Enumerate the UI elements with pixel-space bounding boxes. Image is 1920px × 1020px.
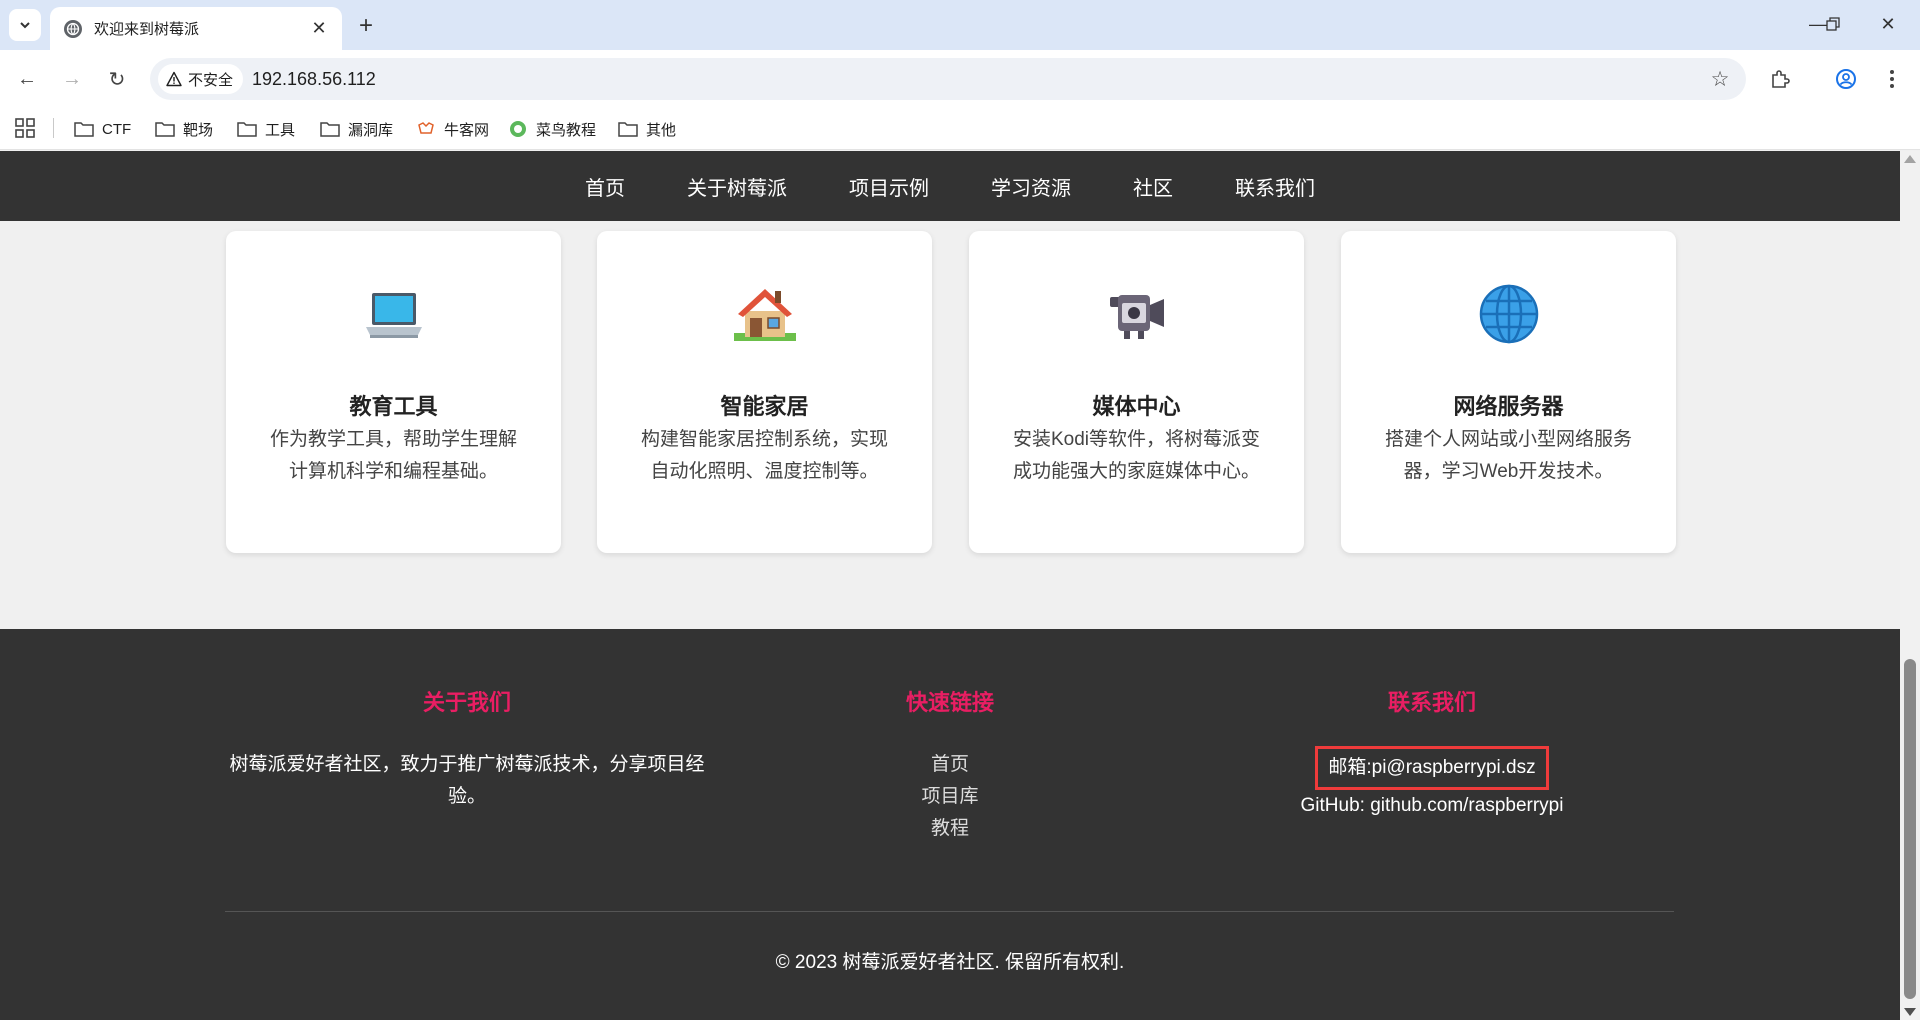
card-text: 搭建个人网站或小型网络服务器，学习Web开发技术。 — [1384, 429, 1632, 482]
footer-link-home[interactable]: 首页 — [708, 749, 1192, 781]
scroll-up-arrow-icon[interactable] — [1904, 155, 1916, 163]
bookmarks-bar: CTF 靶场 工具 漏洞库 牛客网 菜鸟教程 其他 — [0, 108, 1920, 150]
apps-grid-icon[interactable] — [14, 117, 36, 139]
reload-icon[interactable]: ↻ — [100, 62, 134, 96]
back-arrow-icon[interactable]: ← — [10, 62, 44, 96]
footer-link-projects[interactable]: 项目库 — [708, 781, 1192, 813]
site-footer: 关于我们 树莓派爱好者社区，致力于推广树莓派技术，分享项目经验。 快速链接 首页… — [0, 629, 1900, 1020]
more-menu-icon[interactable] — [1876, 63, 1908, 95]
footer-contact: 联系我们 邮箱:pi@raspberrypi.dsz GitHub: githu… — [1190, 685, 1674, 822]
folder-icon — [237, 120, 257, 138]
folder-icon — [155, 120, 175, 138]
bookmark-label: 其他 — [646, 121, 677, 139]
site-navigation: 首页 关于树莓派 项目示例 学习资源 社区 联系我们 — [0, 151, 1900, 221]
card-web-server: 网络服务器 搭建个人网站或小型网络服务器，学习Web开发技术。 — [1341, 231, 1676, 553]
bookmark-ctf[interactable]: CTF — [74, 114, 131, 144]
nav-contact[interactable]: 联系我们 — [1235, 172, 1315, 201]
card-title: 网络服务器 — [1453, 394, 1564, 419]
address-bar[interactable]: 不安全 192.168.56.112 ☆ — [150, 58, 1746, 100]
nav-community[interactable]: 社区 — [1133, 172, 1173, 201]
scroll-down-arrow-icon[interactable] — [1904, 1008, 1916, 1016]
runoob-icon — [508, 120, 528, 138]
globe-icon — [1479, 284, 1538, 344]
bookmark-star-icon[interactable]: ☆ — [1708, 67, 1732, 91]
close-tab-icon[interactable]: ✕ — [308, 18, 330, 40]
card-text: 构建智能家居控制系统，实现自动化照明、温度控制等。 — [640, 429, 888, 482]
tab-strip: 欢迎来到树莓派 ✕ + — ✕ — [0, 0, 1920, 50]
profile-avatar-icon[interactable] — [1830, 63, 1862, 95]
house-icon — [733, 289, 796, 341]
tab-search-button[interactable] — [9, 9, 41, 41]
tab-title: 欢迎来到树莓派 — [94, 21, 200, 38]
footer-divider — [225, 911, 1674, 912]
close-window-icon[interactable]: ✕ — [1866, 8, 1910, 40]
card-text: 作为教学工具，帮助学生理解计算机科学和编程基础。 — [269, 429, 517, 482]
bookmark-range[interactable]: 靶场 — [155, 114, 213, 144]
nav-projects[interactable]: 项目示例 — [849, 172, 929, 201]
footer-heading: 快速链接 — [905, 690, 994, 715]
video-camera-icon — [1109, 295, 1164, 339]
bookmark-label: CTF — [102, 120, 132, 138]
new-tab-button[interactable]: + — [352, 12, 380, 40]
restore-icon[interactable] — [1811, 8, 1855, 40]
card-text: 安装Kodi等软件，将树莓派变成功能强大的家庭媒体中心。 — [1012, 429, 1261, 482]
extensions-puzzle-icon[interactable] — [1764, 63, 1796, 95]
warning-triangle-icon — [166, 71, 182, 87]
card-title: 教育工具 — [349, 394, 438, 419]
active-tab[interactable]: 欢迎来到树莓派 ✕ — [50, 7, 342, 50]
chevron-down-icon — [20, 22, 30, 29]
card-education: 教育工具 作为教学工具，帮助学生理解计算机科学和编程基础。 — [226, 231, 561, 553]
url-text[interactable]: 192.168.56.112 — [252, 69, 376, 90]
footer-email: 邮箱:pi@raspberrypi.dsz — [1315, 746, 1549, 790]
nav-about-raspberrypi[interactable]: 关于树莓派 — [687, 172, 787, 201]
footer-link-tutorials[interactable]: 教程 — [708, 813, 1192, 845]
page-scrollbar[interactable] — [1900, 151, 1920, 1020]
card-media-center: 媒体中心 安装Kodi等软件，将树莓派变成功能强大的家庭媒体中心。 — [969, 231, 1304, 553]
card-title: 智能家居 — [720, 394, 809, 419]
bookmark-vulndb[interactable]: 漏洞库 — [320, 114, 393, 144]
folder-icon — [618, 120, 638, 138]
card-smart-home: 智能家居 构建智能家居控制系统，实现自动化照明、温度控制等。 — [597, 231, 932, 553]
bookmark-nowcoder[interactable]: 牛客网 — [416, 114, 489, 144]
card-title: 媒体中心 — [1092, 394, 1181, 419]
bookmark-runoob[interactable]: 菜鸟教程 — [508, 114, 596, 144]
folder-icon — [320, 120, 340, 138]
nowcoder-icon — [416, 120, 436, 138]
bookmark-tools[interactable]: 工具 — [237, 114, 295, 144]
footer-about: 关于我们 树莓派爱好者社区，致力于推广树莓派技术，分享项目经验。 — [225, 685, 709, 813]
footer-quick-links: 快速链接 首页 项目库 教程 — [708, 685, 1192, 845]
forward-arrow-icon[interactable]: → — [55, 62, 89, 96]
bookmark-label: 牛客网 — [444, 121, 490, 139]
security-indicator[interactable]: 不安全 — [158, 64, 244, 94]
scroll-thumb[interactable] — [1904, 659, 1916, 999]
bookmark-other[interactable]: 其他 — [618, 114, 676, 144]
nav-home[interactable]: 首页 — [585, 172, 625, 201]
security-label: 不安全 — [188, 71, 234, 89]
footer-heading: 联系我们 — [1387, 690, 1476, 715]
globe-favicon-icon — [64, 19, 82, 38]
bookmark-label: 工具 — [265, 121, 296, 139]
nav-resources[interactable]: 学习资源 — [991, 172, 1071, 201]
laptop-icon — [365, 293, 422, 338]
footer-heading: 关于我们 — [422, 690, 511, 715]
copyright-text: © 2023 树莓派爱好者社区. 保留所有权利. — [775, 952, 1125, 973]
footer-about-text: 树莓派爱好者社区，致力于推广树莓派技术，分享项目经验。 — [229, 754, 705, 807]
bookmark-label: 菜鸟教程 — [536, 121, 597, 139]
page-viewport: 首页 关于树莓派 项目示例 学习资源 社区 联系我们 教育工具 作为教学工具，帮… — [0, 151, 1900, 1020]
bookmarks-separator — [53, 118, 54, 138]
browser-toolbar: ← → ↻ 不安全 192.168.56.112 ☆ — [0, 50, 1920, 108]
folder-icon — [74, 120, 94, 138]
footer-github: GitHub: github.com/raspberrypi — [1300, 795, 1564, 816]
bookmark-label: 漏洞库 — [348, 121, 394, 139]
bookmark-label: 靶场 — [183, 121, 214, 139]
